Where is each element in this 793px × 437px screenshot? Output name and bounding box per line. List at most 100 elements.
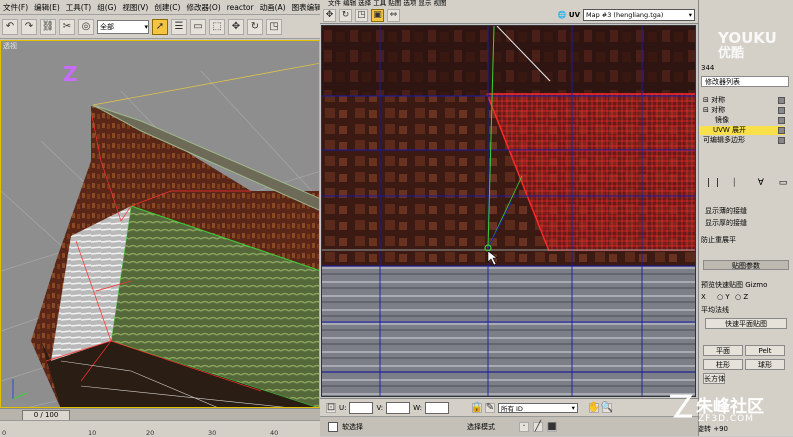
uv-editor-toolbar: ✥ ↻ ◳ ▣ ⇔ 🌐 UV Map #3 (hengliang.tga) ▾ bbox=[320, 7, 698, 24]
axis-label: X bbox=[701, 293, 706, 301]
toggle-icon[interactable] bbox=[778, 127, 785, 134]
material-id-dropdown[interactable]: 所有 ID ▾ bbox=[497, 402, 578, 413]
pan-icon[interactable]: ✋ bbox=[588, 402, 600, 413]
move-icon[interactable]: ✥ bbox=[323, 8, 336, 22]
rotate-icon[interactable]: ↻ bbox=[339, 8, 352, 22]
uv-canvas[interactable] bbox=[321, 25, 696, 397]
stack-item-label: UVW 展开 bbox=[713, 126, 747, 134]
perspective-viewport[interactable]: Z 透视 bbox=[0, 40, 320, 408]
chevron-down-icon: ▾ bbox=[571, 403, 575, 412]
menu-file[interactable]: 文件(F) bbox=[0, 2, 31, 13]
cylindrical-button[interactable]: 柱形 bbox=[703, 359, 743, 370]
rectangle-selection-icon[interactable]: ▭ bbox=[190, 18, 206, 35]
uv-label-text: UV bbox=[568, 11, 580, 19]
soft-select-checkbox[interactable] bbox=[328, 421, 338, 432]
average-normals-checkbox[interactable]: 平均法线 bbox=[701, 305, 729, 315]
menu-reactor[interactable]: reactor bbox=[224, 3, 257, 12]
axis-label: Y bbox=[725, 293, 730, 301]
move-icon[interactable]: ✥ bbox=[228, 18, 244, 35]
selection-filter-value: 全部 bbox=[100, 22, 114, 31]
lock-icon[interactable]: 🔒 bbox=[471, 402, 483, 413]
chevron-down-icon: ▾ bbox=[144, 22, 148, 31]
bind-space-warp-icon[interactable]: ◎ bbox=[78, 18, 94, 35]
menu-animation[interactable]: 动画(A) bbox=[257, 2, 289, 13]
select-mode-label: 选择模式 bbox=[467, 422, 495, 431]
vertex-mode-icon[interactable]: · bbox=[519, 421, 529, 432]
modifier-list-dropdown[interactable]: 修改器列表 bbox=[701, 76, 789, 87]
select-object-icon[interactable]: ➚ bbox=[152, 18, 168, 35]
stack-item-label: 可编辑多边形 bbox=[703, 136, 745, 144]
stack-item-label: ⊟ 对称 bbox=[703, 106, 726, 114]
prevent-reflatten-checkbox[interactable]: 防止重展平 bbox=[701, 235, 736, 245]
axis-y-radio[interactable]: ○ Y bbox=[717, 293, 730, 301]
box-button[interactable]: 长方体 bbox=[703, 373, 725, 384]
menu-edit[interactable]: 编辑(E) bbox=[31, 2, 63, 13]
select-by-name-icon[interactable]: ☰ bbox=[171, 18, 187, 35]
map-select-dropdown[interactable]: Map #3 (hengliang.tga) ▾ bbox=[583, 9, 695, 21]
zoom-icon[interactable]: 🔍 bbox=[601, 402, 613, 413]
show-thin-seam-option[interactable]: 显示薄的接缝 bbox=[705, 206, 747, 216]
stack-tools[interactable]: || ⎸ ∀ ▭ bbox=[707, 178, 793, 188]
viewport-scene: Z bbox=[1, 41, 319, 407]
toggle-icon[interactable] bbox=[778, 137, 785, 144]
toggle-icon[interactable] bbox=[778, 107, 785, 114]
menu-modifiers[interactable]: 修改器(O) bbox=[183, 2, 223, 13]
toggle-icon[interactable] bbox=[778, 117, 785, 124]
quick-planar-button[interactable]: 快速平面贴图 bbox=[705, 318, 787, 329]
spherical-button[interactable]: 球形 bbox=[745, 359, 785, 370]
stack-item-label: 镜像 bbox=[715, 116, 729, 124]
u-spinner[interactable] bbox=[349, 401, 374, 414]
menu-create[interactable]: 创建(C) bbox=[151, 2, 183, 13]
toggle-icon[interactable] bbox=[778, 97, 785, 104]
timeline-ruler[interactable]: 0 10 20 30 40 bbox=[0, 420, 320, 437]
modifier-list-label: 修改器列表 bbox=[705, 78, 740, 86]
stack-item-symmetry-1[interactable]: ⊟ 对称 bbox=[699, 96, 785, 105]
menu-views[interactable]: 视图(V) bbox=[119, 2, 151, 13]
face-mode-icon[interactable]: ■ bbox=[547, 421, 557, 432]
viewport-label[interactable]: 透视 bbox=[3, 41, 17, 51]
map-select-value: Map #3 (hengliang.tga) bbox=[586, 11, 664, 19]
material-id-value: 所有 ID bbox=[500, 404, 523, 413]
show-thick-seam-option[interactable]: 显示厚的接缝 bbox=[705, 218, 747, 228]
preview-gizmo-checkbox[interactable]: 预览快速贴图 Gizmo bbox=[701, 280, 767, 290]
stack-item-mirror[interactable]: 镜像 bbox=[699, 116, 785, 125]
scale-icon[interactable]: ◳ bbox=[266, 18, 282, 35]
uv-label: 🌐 UV bbox=[558, 11, 580, 19]
svg-text:Z: Z bbox=[63, 62, 78, 86]
stack-item-editable-poly[interactable]: 可编辑多边形 bbox=[699, 136, 785, 145]
undo-icon[interactable]: ↶ bbox=[2, 18, 18, 35]
v-label: V: bbox=[376, 403, 384, 412]
redo-icon[interactable]: ↷ bbox=[21, 18, 37, 35]
menu-group[interactable]: 组(G) bbox=[94, 2, 119, 13]
w-spinner[interactable] bbox=[424, 401, 449, 414]
u-label: U: bbox=[339, 403, 347, 412]
uv-transform-bar: ⊡ U: V: W: 🔒 ✎ 所有 ID ▾ ✋ 🔍 bbox=[320, 398, 698, 416]
link-icon[interactable]: ⛓ bbox=[40, 18, 56, 35]
zf3d-watermark: 朱峰社区 ZF3D.COM bbox=[666, 390, 793, 430]
map-params-rollout[interactable]: 贴图参数 bbox=[703, 260, 789, 270]
rotate-icon[interactable]: ↻ bbox=[247, 18, 263, 35]
stack-item-uvw-unwrap[interactable]: UVW 展开 bbox=[699, 126, 785, 135]
unlink-icon[interactable]: ✂ bbox=[59, 18, 75, 35]
axis-z-radio[interactable]: ○ Z bbox=[735, 293, 748, 301]
pelt-button[interactable]: Pelt bbox=[745, 345, 785, 356]
planar-button[interactable]: 平面 bbox=[703, 345, 743, 356]
selection-filter-dropdown[interactable]: 全部 ▾ bbox=[97, 19, 149, 34]
uv-editor-menu[interactable]: 文件 编辑 选择 工具 贴图 选项 显示 视图 bbox=[320, 0, 698, 7]
soft-select-label: 软选择 bbox=[342, 422, 363, 431]
axis-x-radio[interactable]: X bbox=[701, 293, 706, 301]
scale-icon[interactable]: ◳ bbox=[355, 8, 368, 22]
uv-texture-view bbox=[322, 26, 695, 396]
freeform-icon[interactable]: ▣ bbox=[371, 8, 384, 22]
youku-logo-text: YOUKU bbox=[718, 29, 777, 47]
paint-icon[interactable]: ✎ bbox=[484, 402, 495, 413]
absolute-offset-icon[interactable]: ⊡ bbox=[326, 402, 336, 413]
w-label: W: bbox=[413, 403, 422, 412]
mirror-icon[interactable]: ⇔ bbox=[387, 8, 400, 22]
edge-mode-icon[interactable]: ╱ bbox=[533, 421, 543, 432]
v-spinner[interactable] bbox=[386, 401, 411, 414]
window-crossing-icon[interactable]: ⬚ bbox=[209, 18, 225, 35]
uv-selection-options: 软选择 选择模式 · ╱ ■ bbox=[320, 416, 698, 436]
menu-tools[interactable]: 工具(T) bbox=[63, 2, 94, 13]
stack-item-symmetry-2[interactable]: ⊟ 对称 bbox=[699, 106, 785, 115]
